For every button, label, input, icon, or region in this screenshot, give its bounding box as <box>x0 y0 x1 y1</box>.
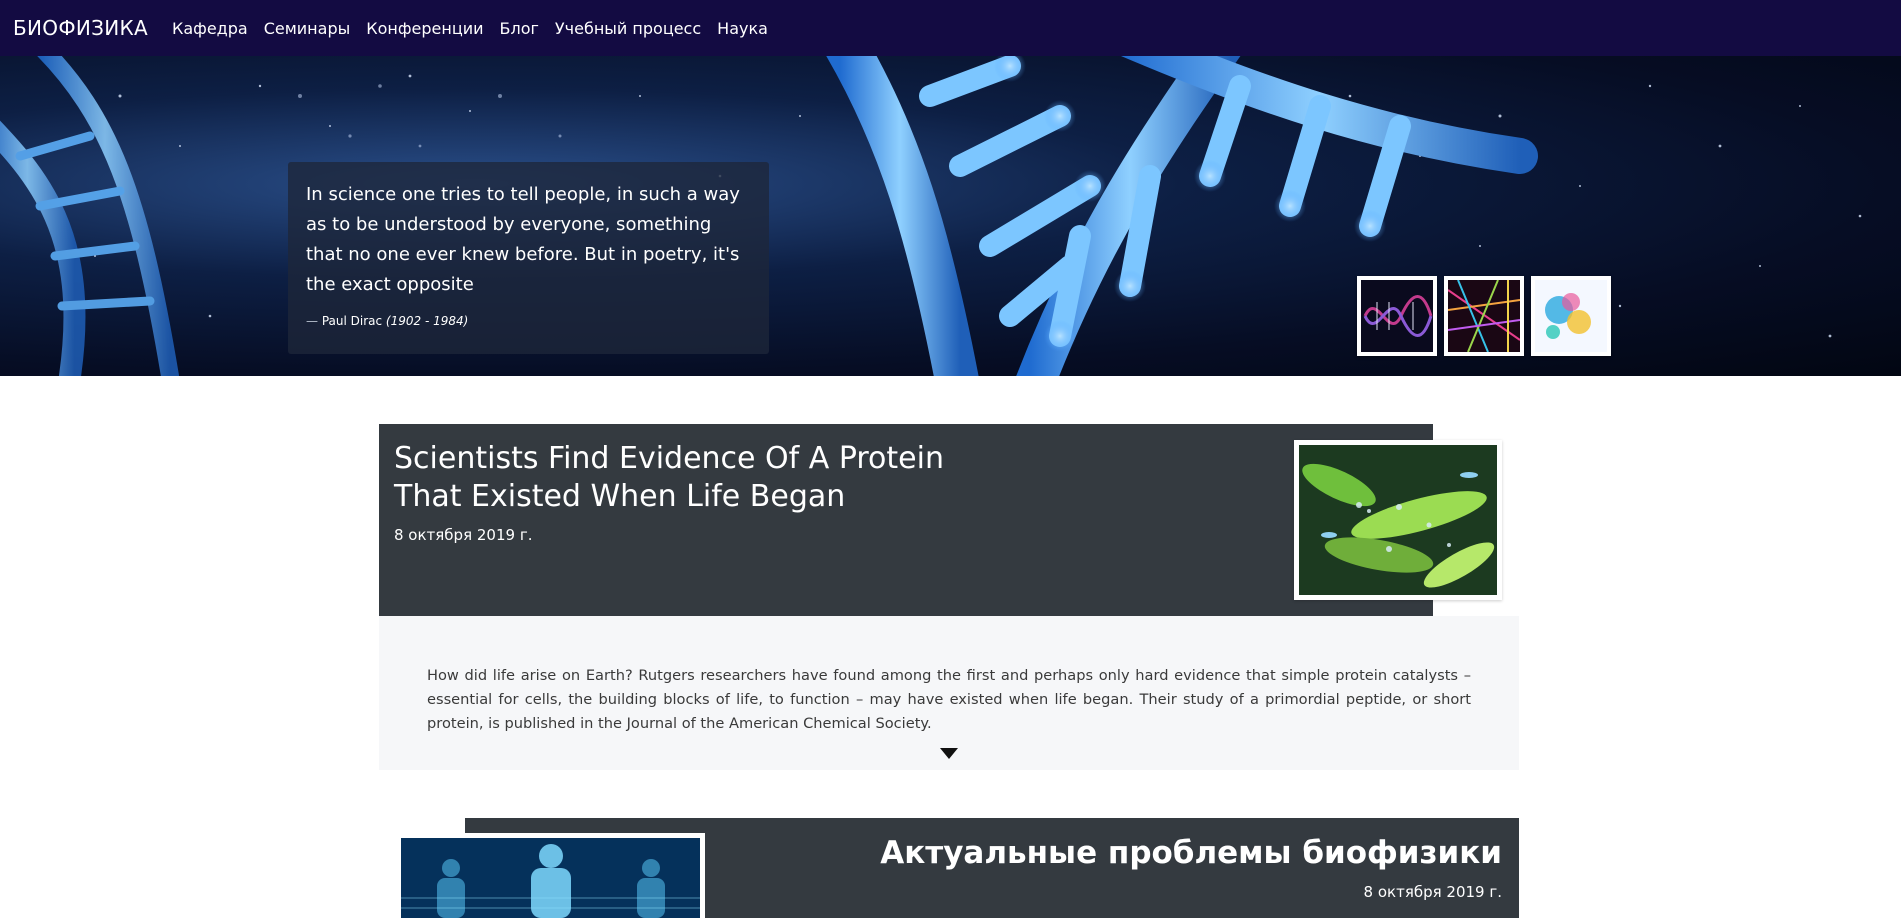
digital-human-image[interactable] <box>396 833 705 923</box>
nav-link-conferences[interactable]: Конференции <box>366 19 483 38</box>
paint-splash-thumbnail[interactable] <box>1531 276 1611 356</box>
dna-background-image <box>0 56 1862 376</box>
quote-author-years: (1902 - 1984) <box>385 314 469 328</box>
article-2-date: 8 октября 2019 г. <box>1363 883 1502 901</box>
article-1-date: 8 октября 2019 г. <box>394 526 533 544</box>
quote-author: — Paul Dirac (1902 - 1984) <box>306 314 751 328</box>
brand-logo[interactable]: БИОФИЗИКА <box>13 16 148 40</box>
dna-wave-thumbnail[interactable] <box>1357 276 1437 356</box>
expand-arrow-icon[interactable] <box>940 748 958 759</box>
quote-dash: — <box>306 314 318 328</box>
top-navbar: БИОФИЗИКА Кафедра Семинары Конференции Б… <box>0 0 1901 56</box>
hero-thumbnail-strip <box>1357 276 1611 356</box>
article-2-title[interactable]: Актуальные проблемы биофизики <box>880 835 1502 871</box>
nav-link-seminars[interactable]: Семинары <box>264 19 351 38</box>
bacteria-image[interactable] <box>1294 440 1502 600</box>
hero-banner: In science one tries to tell people, in … <box>0 56 1901 376</box>
quote-text: In science one tries to tell people, in … <box>306 184 740 295</box>
nav-link-science[interactable]: Наука <box>717 19 768 38</box>
quote-author-name: Paul Dirac <box>321 314 383 328</box>
article-1-excerpt: How did life arise on Earth? Rutgers res… <box>427 667 1471 732</box>
neon-lines-thumbnail[interactable] <box>1444 276 1524 356</box>
nav-link-education[interactable]: Учебный процесс <box>555 19 701 38</box>
nav-link-kafedra[interactable]: Кафедра <box>172 19 248 38</box>
article-1-title[interactable]: Scientists Find Evidence Of A Protein Th… <box>394 440 1014 516</box>
nav-link-blog[interactable]: Блог <box>500 19 539 38</box>
quote-card: In science one tries to tell people, in … <box>288 162 769 354</box>
